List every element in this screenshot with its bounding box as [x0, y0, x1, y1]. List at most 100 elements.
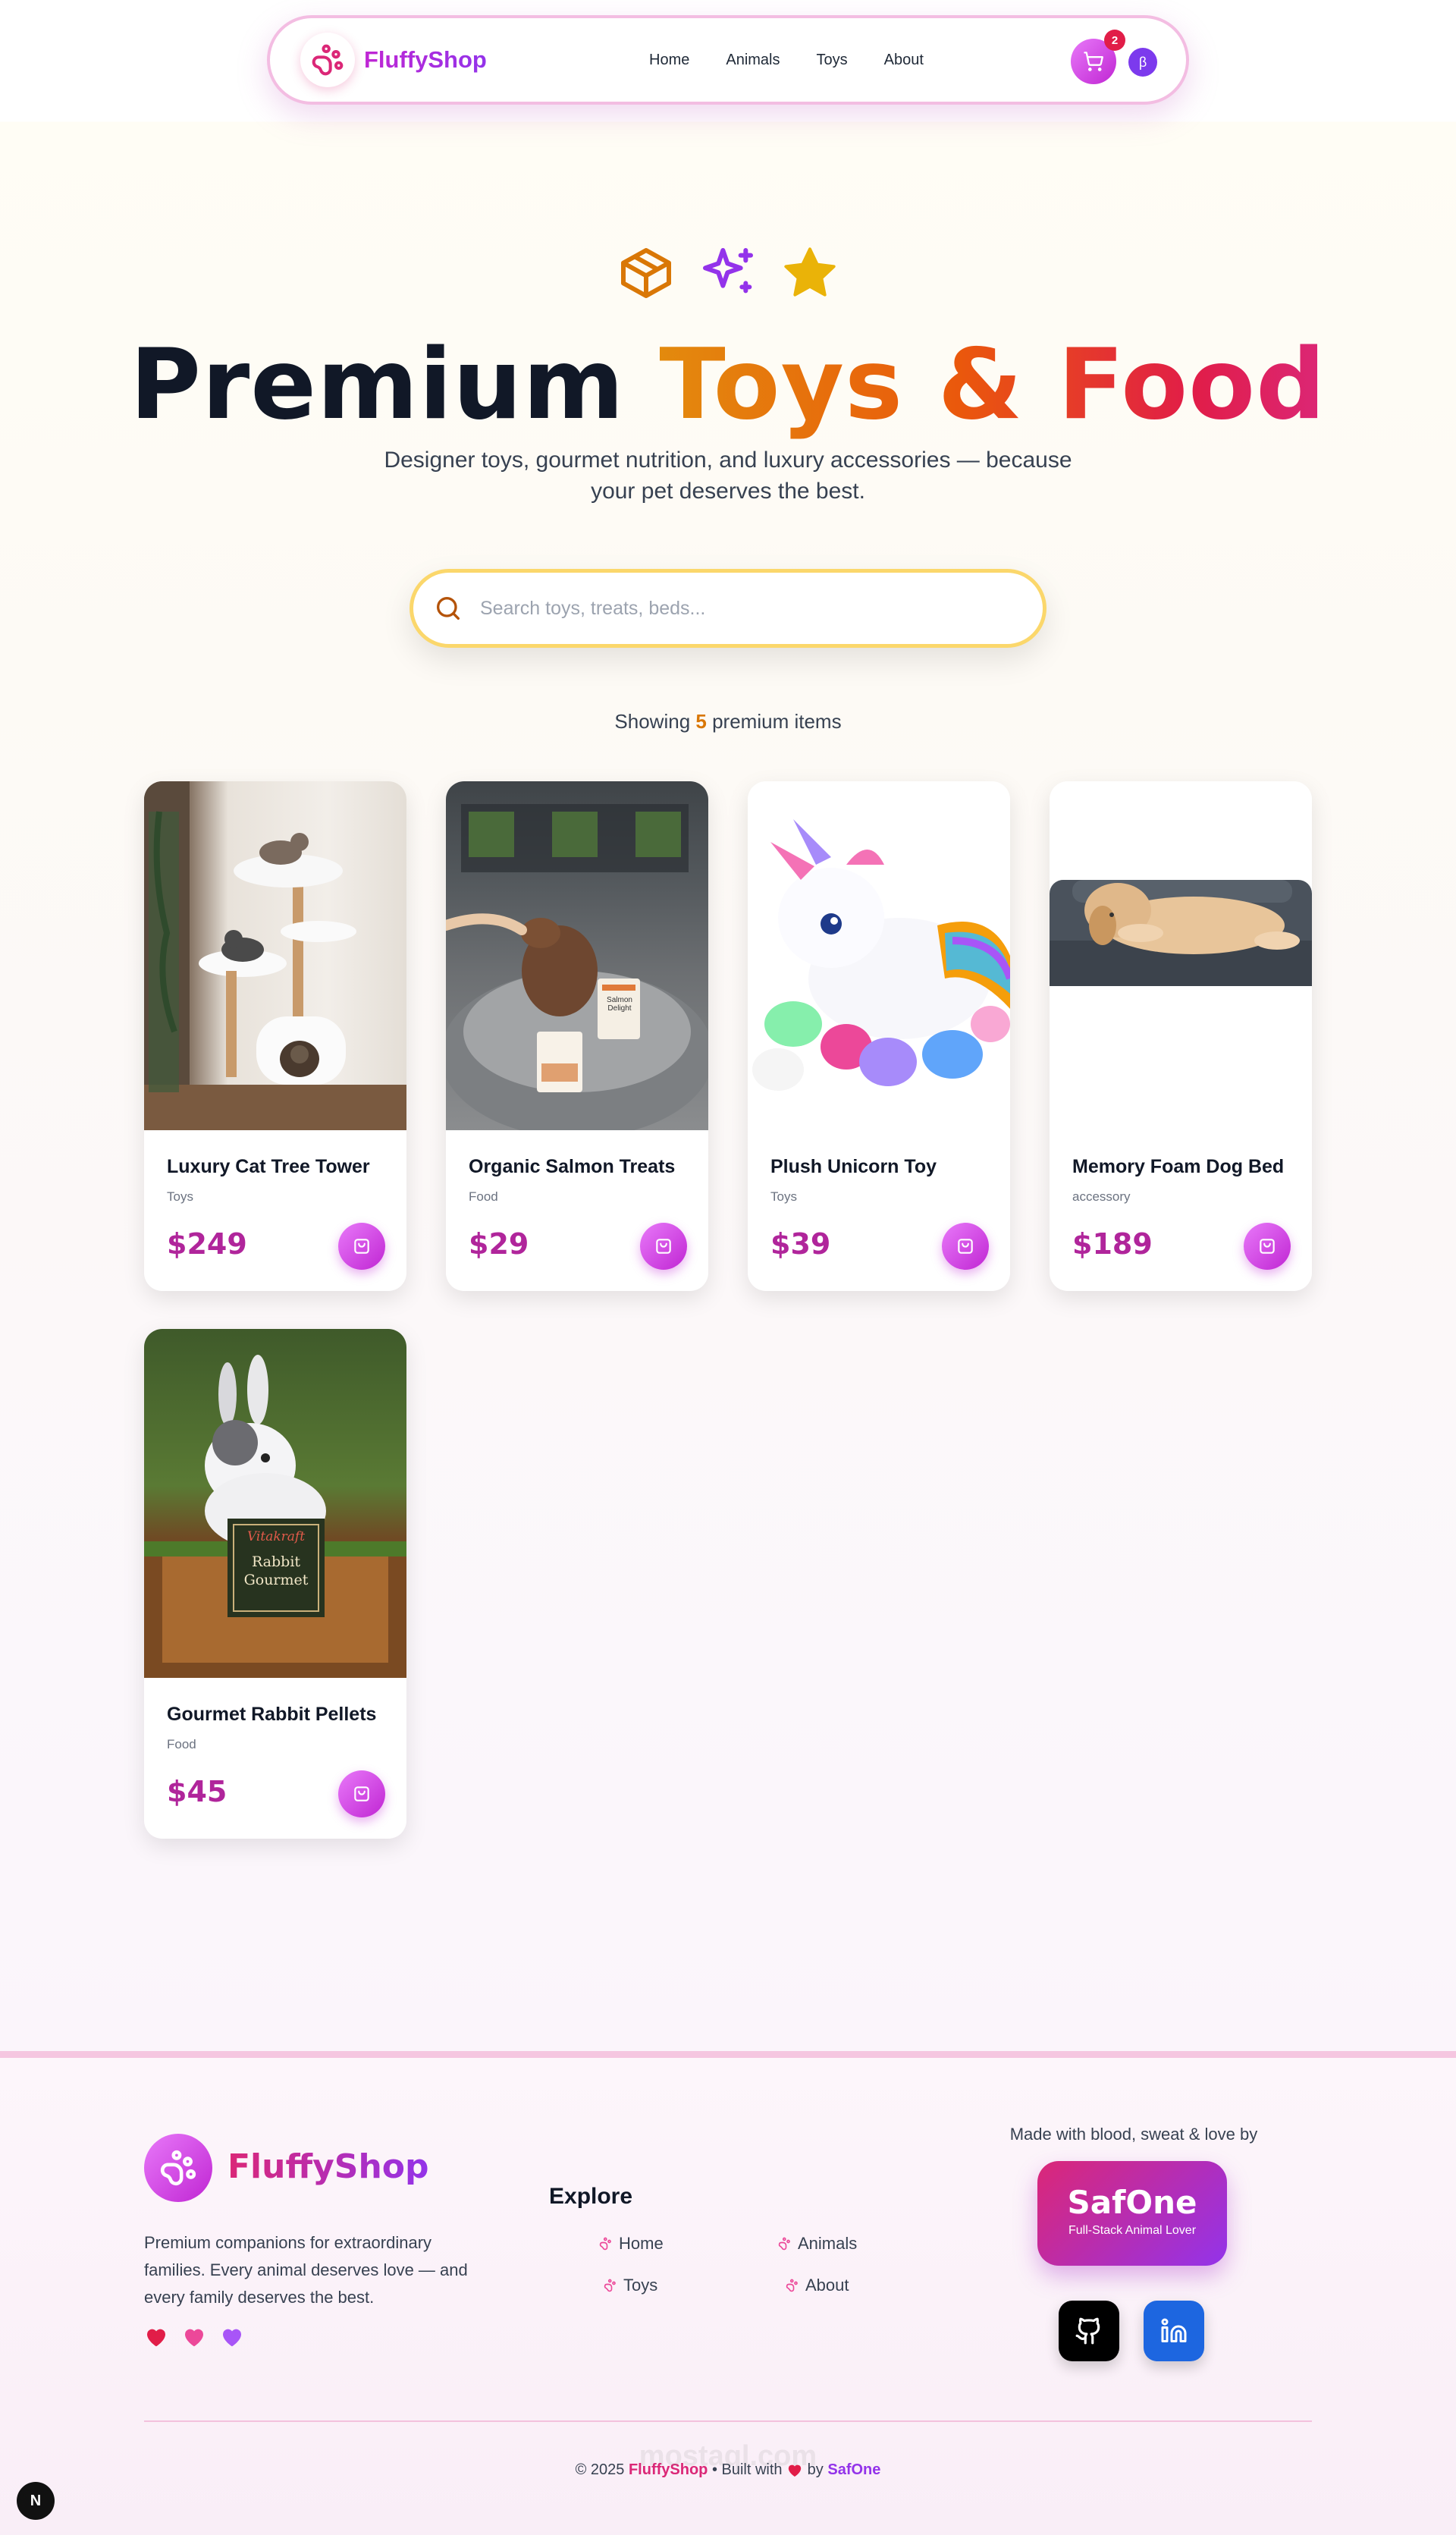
dog-bed-illustration: [1050, 880, 1312, 986]
footer-explore-title: Explore: [549, 2184, 633, 2209]
product-price: $39: [770, 1227, 831, 1261]
product-image[interactable]: Vitakraft Rabbit Gourmet: [144, 1329, 406, 1678]
logo[interactable]: [300, 33, 355, 87]
product-card[interactable]: Memory Foam Dog Bed accessory $189: [1050, 781, 1312, 1291]
salmon-treats-illustration: [446, 804, 708, 1130]
footer-link-label: About: [805, 2276, 849, 2295]
product-category: Toys: [167, 1189, 193, 1204]
product-category: Food: [469, 1189, 498, 1204]
footer: FluffyShop Premium companions for extrao…: [0, 2051, 1456, 2535]
github-button[interactable]: [1059, 2301, 1119, 2361]
add-to-cart-button[interactable]: [1244, 1223, 1291, 1270]
box-icon: [621, 248, 671, 298]
product-image[interactable]: Salmon Delight: [446, 781, 708, 1130]
navbar: FluffyShop Home Animals Toys About 2 β: [267, 15, 1189, 105]
add-to-cart-button[interactable]: [338, 1223, 385, 1270]
shopping-bag-icon: [656, 1239, 671, 1254]
footer-link-home[interactable]: Home: [599, 2234, 664, 2254]
linkedin-button[interactable]: [1144, 2301, 1204, 2361]
author-tagline: Full-Stack Animal Lover: [1068, 2224, 1197, 2237]
cart-button[interactable]: 2: [1071, 30, 1125, 84]
paw-icon: [312, 44, 344, 76]
product-name: Memory Foam Dog Bed: [1072, 1156, 1285, 1177]
github-icon: [1075, 2317, 1100, 2345]
cat-tree-illustration: [144, 781, 406, 1130]
search-bar: [410, 569, 1046, 648]
footer-logo[interactable]: [144, 2134, 212, 2202]
hero-subtitle: Designer toys, gourmet nutrition, and lu…: [384, 448, 1072, 504]
rabbit-bag-line1: Rabbit: [251, 1553, 301, 1570]
add-to-cart-button[interactable]: [338, 1770, 385, 1817]
search-icon: [437, 597, 460, 620]
product-name: Luxury Cat Tree Tower: [167, 1156, 370, 1177]
sparkles-icon: [703, 248, 753, 294]
product-image[interactable]: [748, 781, 1010, 1130]
brand-name[interactable]: FluffyShop: [364, 46, 487, 74]
footer-divider: [144, 2420, 1312, 2422]
nav-links: Home Animals Toys About: [649, 18, 924, 102]
unicorn-toy-illustration: [752, 819, 1010, 1091]
paw-icon: [160, 2150, 196, 2186]
footer-hearts: [144, 2325, 244, 2348]
nav-link-toys[interactable]: Toys: [817, 52, 848, 69]
shopping-bag-icon: [1260, 1239, 1275, 1254]
product-category: Toys: [770, 1189, 797, 1204]
salmon-pack-label: Salmon Delight: [607, 996, 632, 1013]
hero-title-highlight: Toys & Food: [659, 328, 1326, 441]
hero-title: Premium Toys & Food: [0, 325, 1456, 446]
footer-link-label: Animals: [798, 2234, 858, 2253]
product-category: accessory: [1072, 1189, 1131, 1204]
nav-link-home[interactable]: Home: [649, 52, 689, 69]
nav-link-animals[interactable]: Animals: [726, 52, 780, 69]
nav-link-about[interactable]: About: [884, 52, 924, 69]
heart-icon: [223, 2329, 241, 2347]
footer-link-animals[interactable]: Animals: [778, 2234, 857, 2254]
author-name: SafOne: [1067, 2184, 1197, 2221]
cart-icon: [1084, 52, 1103, 71]
results-number: 5: [695, 710, 707, 733]
footer-link-label: Toys: [623, 2276, 658, 2295]
dev-tools-badge[interactable]: N: [17, 2482, 55, 2520]
product-name: Gourmet Rabbit Pellets: [167, 1704, 377, 1725]
linkedin-icon: [1161, 2318, 1187, 2342]
author-badge[interactable]: SafOne Full-Stack Animal Lover: [1037, 2161, 1227, 2266]
beta-badge[interactable]: β: [1128, 48, 1157, 77]
add-to-cart-button[interactable]: [640, 1223, 687, 1270]
product-name: Organic Salmon Treats: [469, 1156, 676, 1177]
results-prefix: Showing: [614, 710, 691, 733]
product-card[interactable]: Salmon Delight Organic Salmon Treats Foo…: [446, 781, 708, 1291]
product-name: Plush Unicorn Toy: [770, 1156, 937, 1177]
product-price: $189: [1072, 1227, 1153, 1261]
footer-brand: FluffyShop: [228, 2147, 429, 2186]
search-input[interactable]: [480, 597, 965, 620]
heart-icon: [185, 2329, 203, 2347]
hero-title-premium: Premium: [130, 328, 625, 441]
results-count: Showing 5 premium items: [0, 710, 1456, 733]
paw-icon: [786, 2279, 798, 2292]
shopping-bag-icon: [354, 1239, 369, 1254]
product-card[interactable]: Plush Unicorn Toy Toys $39: [748, 781, 1010, 1291]
heart-icon: [147, 2329, 165, 2347]
add-to-cart-button[interactable]: [942, 1223, 989, 1270]
footer-link-about[interactable]: About: [786, 2276, 849, 2295]
paw-icon: [599, 2237, 611, 2251]
product-card[interactable]: Luxury Cat Tree Tower Toys $249: [144, 781, 406, 1291]
made-with-text: Made with blood, sweat & love by: [1009, 2125, 1258, 2144]
product-price: $249: [167, 1227, 247, 1261]
shopping-bag-icon: [354, 1786, 369, 1802]
shopping-bag-icon: [958, 1239, 973, 1254]
paw-icon: [604, 2279, 616, 2292]
results-suffix: premium items: [712, 710, 842, 733]
rabbit-pellets-illustration: [144, 1355, 406, 1678]
product-card[interactable]: Vitakraft Rabbit Gourmet Gourmet Rabbit …: [144, 1329, 406, 1839]
rabbit-bag-line2: Gourmet: [243, 1572, 309, 1588]
paw-icon: [778, 2237, 790, 2251]
product-image[interactable]: [144, 781, 406, 1130]
product-image[interactable]: [1050, 781, 1312, 1130]
star-icon: [784, 247, 836, 297]
watermark: mostaql.com: [639, 2440, 817, 2472]
footer-link-label: Home: [619, 2234, 664, 2253]
product-category: Food: [167, 1737, 196, 1751]
header: FluffyShop Home Animals Toys About 2 β: [0, 0, 1456, 121]
footer-link-toys[interactable]: Toys: [604, 2276, 657, 2295]
